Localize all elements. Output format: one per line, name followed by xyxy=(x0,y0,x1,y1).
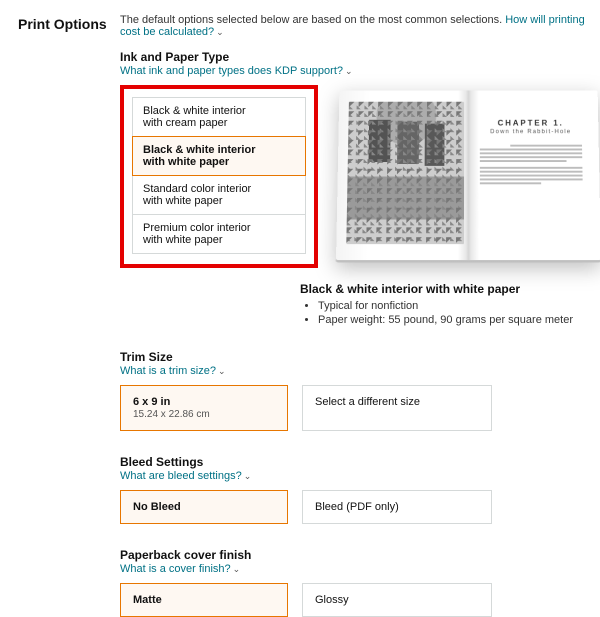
bleed-option-pdf[interactable]: Bleed (PDF only) xyxy=(302,490,492,524)
chevron-down-icon: ⌄ xyxy=(244,471,252,481)
ink-heading: Ink and Paper Type xyxy=(120,50,600,64)
ink-paper-section: Ink and Paper Type What ink and paper ty… xyxy=(120,50,600,326)
book-preview: CHAPTER 1. Down the Rabbit-Hole xyxy=(336,85,600,260)
chevron-down-icon: ⌄ xyxy=(218,366,226,376)
highlight-box: Black & white interior with cream paper … xyxy=(120,85,318,268)
book-illustration xyxy=(346,102,464,244)
chevron-down-icon: ⌄ xyxy=(216,27,224,37)
ink-help-link[interactable]: What ink and paper types does KDP suppor… xyxy=(120,65,353,77)
trim-help-link[interactable]: What is a trim size?⌄ xyxy=(120,365,226,377)
intro-text: The default options selected below are b… xyxy=(120,14,600,38)
trim-option-6x9[interactable]: 6 x 9 in 15.24 x 22.86 cm xyxy=(120,385,288,431)
ink-desc-bullet: Paper weight: 55 pound, 90 grams per squ… xyxy=(318,314,600,326)
ink-option-list: Black & white interior with cream paper … xyxy=(132,97,306,254)
chevron-down-icon: ⌄ xyxy=(345,66,353,76)
cover-option-matte[interactable]: Matte xyxy=(120,583,288,617)
ink-option-standard-color[interactable]: Standard color interior with white paper xyxy=(132,175,306,215)
ink-desc-title: Black & white interior with white paper xyxy=(300,282,600,296)
preview-chapter-subtitle: Down the Rabbit-Hole xyxy=(477,129,585,135)
bleed-option-none[interactable]: No Bleed xyxy=(120,490,288,524)
ink-option-bw-white[interactable]: Black & white interior with white paper xyxy=(132,136,306,176)
chevron-down-icon: ⌄ xyxy=(233,564,241,574)
ink-option-bw-cream[interactable]: Black & white interior with cream paper xyxy=(132,97,306,137)
preview-chapter-title: CHAPTER 1. xyxy=(477,119,585,128)
ink-option-premium-color[interactable]: Premium color interior with white paper xyxy=(132,214,306,254)
trim-option-other[interactable]: Select a different size xyxy=(302,385,492,431)
cover-heading: Paperback cover finish xyxy=(120,548,600,562)
cover-help-link[interactable]: What is a cover finish?⌄ xyxy=(120,563,240,575)
ink-desc-bullet: Typical for nonfiction xyxy=(318,300,600,312)
bleed-heading: Bleed Settings xyxy=(120,455,600,469)
trim-heading: Trim Size xyxy=(120,350,600,364)
cover-finish-section: Paperback cover finish What is a cover f… xyxy=(120,548,600,617)
page-title: Print Options xyxy=(18,16,120,32)
cover-option-glossy[interactable]: Glossy xyxy=(302,583,492,617)
preview-body-lines xyxy=(477,145,586,185)
bleed-help-link[interactable]: What are bleed settings?⌄ xyxy=(120,470,251,482)
intro-prefix: The default options selected below are b… xyxy=(120,14,505,26)
ink-description: Black & white interior with white paper … xyxy=(300,282,600,326)
trim-size-section: Trim Size What is a trim size?⌄ 6 x 9 in… xyxy=(120,350,600,431)
